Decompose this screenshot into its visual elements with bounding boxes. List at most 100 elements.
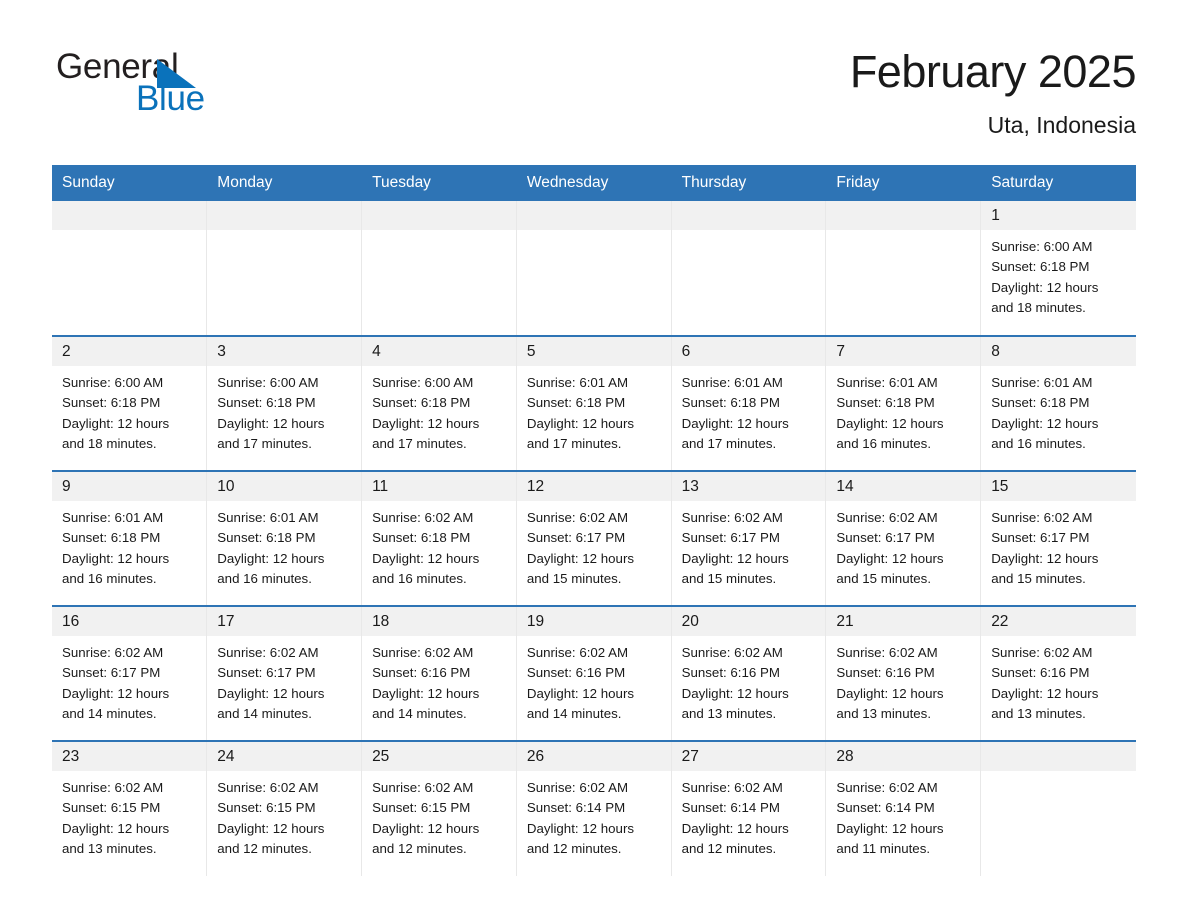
day-sunset-line: Sunset: 6:16 PM <box>991 665 1090 681</box>
weekday-header-sunday: Sunday <box>52 165 208 201</box>
calendar-day-cell-empty <box>980 740 1136 876</box>
day-sunset-line: Sunset: 6:15 PM <box>62 800 161 816</box>
day-daylight-line: Daylight: 12 hours <box>526 820 635 836</box>
calendar-day-cell[interactable]: 3 Sunrise: 6:00 AM Sunset: 6:18 PM Daylight… <box>206 335 363 471</box>
day-sunset-line: Sunset: 6:18 PM <box>526 395 626 411</box>
day-number <box>981 742 1136 771</box>
day-sunrise-line: Sunrise: 6:02 AM <box>372 645 474 660</box>
calendar-day-cell[interactable]: 26 Sunrise: 6:02 AM Sunset: 6:14 PM Dayligh… <box>516 740 672 876</box>
day-number: 21 <box>826 607 981 636</box>
day-sunrise-line: Sunrise: 6:02 AM <box>526 645 629 660</box>
day-number <box>516 201 671 230</box>
calendar-day-cell[interactable]: 23 Sunrise: 6:02 AM Sunset: 6:15 PM Dayligh… <box>52 740 208 876</box>
day-number: 25 <box>362 742 516 771</box>
weekday-header-monday: Monday <box>206 165 363 201</box>
calendar-day-cell[interactable]: 4 Sunrise: 6:00 AM Sunset: 6:18 PM Daylight… <box>361 335 517 471</box>
day-sunset-line: Sunset: 6:15 PM <box>217 800 316 816</box>
day-number: 4 <box>362 337 516 366</box>
day-sunrise-line: Sunrise: 6:02 AM <box>62 645 164 660</box>
day-daylight-line: Daylight: 12 hours <box>372 415 480 431</box>
calendar-day-cell[interactable]: 13 Sunrise: 6:02 AM Sunset: 6:17 PM Dayligh… <box>671 470 827 606</box>
day-daylight-line: and 12 minutes. <box>526 840 622 856</box>
day-details: Sunrise: 6:02 AM Sunset: 6:14 PM Daylight:… <box>672 771 826 859</box>
calendar-day-cell-empty <box>52 201 208 336</box>
day-daylight-line: Daylight: 12 hours <box>991 279 1099 295</box>
calendar-day-cell[interactable]: 8 Sunrise: 6:01 AM Sunset: 6:18 PM Daylight… <box>980 335 1136 471</box>
day-sunrise-line: Sunrise: 6:02 AM <box>526 780 629 795</box>
day-daylight-line: and 17 minutes. <box>217 435 312 451</box>
day-number: 14 <box>826 472 981 501</box>
day-number: 8 <box>981 337 1136 366</box>
day-number: 6 <box>671 337 826 366</box>
day-details: Sunrise: 6:00 AM Sunset: 6:18 PM Daylight:… <box>981 230 1135 318</box>
calendar-week-row: 16 Sunrise: 6:02 AM Sunset: 6:17 PM Dayligh… <box>52 605 1136 741</box>
day-number: 16 <box>52 607 207 636</box>
calendar-week-row: 23 Sunrise: 6:02 AM Sunset: 6:15 PM Dayligh… <box>52 740 1136 876</box>
day-daylight-line: Daylight: 12 hours <box>372 550 480 566</box>
day-daylight-line: Daylight: 12 hours <box>681 820 789 836</box>
day-number: 24 <box>207 742 362 771</box>
generalblue-logo: General Blue <box>56 46 206 118</box>
day-number: 27 <box>671 742 826 771</box>
calendar-day-cell[interactable]: 20 Sunrise: 6:02 AM Sunset: 6:16 PM Dayligh… <box>671 605 827 741</box>
day-details: Sunrise: 6:02 AM Sunset: 6:14 PM Daylight:… <box>517 771 671 859</box>
day-daylight-line: Daylight: 12 hours <box>372 685 480 701</box>
day-daylight-line: Daylight: 12 hours <box>62 685 170 701</box>
calendar-day-cell-empty <box>825 201 982 336</box>
day-number: 9 <box>52 472 207 501</box>
day-sunrise-line: Sunrise: 6:02 AM <box>372 510 474 525</box>
calendar-day-cell[interactable]: 12 Sunrise: 6:02 AM Sunset: 6:17 PM Dayligh… <box>516 470 672 606</box>
day-daylight-line: and 13 minutes. <box>836 705 932 721</box>
day-details: Sunrise: 6:00 AM Sunset: 6:18 PM Daylight:… <box>362 366 516 454</box>
calendar-day-cell[interactable]: 27 Sunrise: 6:02 AM Sunset: 6:14 PM Dayligh… <box>671 740 827 876</box>
day-sunrise-line: Sunrise: 6:00 AM <box>991 239 1093 254</box>
day-daylight-line: Daylight: 12 hours <box>681 550 789 566</box>
day-sunset-line: Sunset: 6:18 PM <box>62 395 161 411</box>
day-details: Sunrise: 6:01 AM Sunset: 6:18 PM Daylight:… <box>672 366 826 454</box>
calendar-day-cell[interactable]: 16 Sunrise: 6:02 AM Sunset: 6:17 PM Dayligh… <box>52 605 208 741</box>
day-number: 2 <box>52 337 207 366</box>
calendar-day-cell[interactable]: 17 Sunrise: 6:02 AM Sunset: 6:17 PM Dayligh… <box>206 605 363 741</box>
calendar-day-cell[interactable]: 7 Sunrise: 6:01 AM Sunset: 6:18 PM Daylight… <box>825 335 982 471</box>
calendar-day-cell[interactable]: 5 Sunrise: 6:01 AM Sunset: 6:18 PM Daylight… <box>516 335 672 471</box>
calendar-day-cell[interactable]: 11 Sunrise: 6:02 AM Sunset: 6:18 PM Dayligh… <box>361 470 517 606</box>
day-daylight-line: Daylight: 12 hours <box>526 685 635 701</box>
day-sunrise-line: Sunrise: 6:01 AM <box>836 375 938 390</box>
calendar-day-cell[interactable]: 2 Sunrise: 6:00 AM Sunset: 6:18 PM Daylight… <box>52 335 208 471</box>
day-sunrise-line: Sunrise: 6:01 AM <box>681 375 783 390</box>
day-daylight-line: and 16 minutes. <box>62 570 157 586</box>
day-daylight-line: and 16 minutes. <box>372 570 467 586</box>
day-sunrise-line: Sunrise: 6:00 AM <box>62 375 164 390</box>
day-sunset-line: Sunset: 6:16 PM <box>372 665 471 681</box>
calendar-day-cell[interactable]: 1 Sunrise: 6:00 AM Sunset: 6:18 PM Daylight… <box>980 201 1136 336</box>
day-sunrise-line: Sunrise: 6:02 AM <box>62 780 164 795</box>
calendar-day-cell[interactable]: 28 Sunrise: 6:02 AM Sunset: 6:14 PM Dayligh… <box>825 740 982 876</box>
day-number: 20 <box>671 607 826 636</box>
calendar-day-cell[interactable]: 24 Sunrise: 6:02 AM Sunset: 6:15 PM Dayligh… <box>206 740 363 876</box>
day-daylight-line: Daylight: 12 hours <box>217 415 325 431</box>
calendar-day-cell[interactable]: 19 Sunrise: 6:02 AM Sunset: 6:16 PM Dayligh… <box>516 605 672 741</box>
day-daylight-line: and 15 minutes. <box>526 570 622 586</box>
day-daylight-line: and 14 minutes. <box>526 705 622 721</box>
day-details: Sunrise: 6:02 AM Sunset: 6:15 PM Daylight:… <box>207 771 361 859</box>
day-sunset-line: Sunset: 6:16 PM <box>681 665 780 681</box>
calendar-day-cell[interactable]: 14 Sunrise: 6:02 AM Sunset: 6:17 PM Dayligh… <box>825 470 982 606</box>
calendar-day-cell[interactable]: 22 Sunrise: 6:02 AM Sunset: 6:16 PM Dayligh… <box>980 605 1136 741</box>
calendar-day-cell[interactable]: 18 Sunrise: 6:02 AM Sunset: 6:16 PM Dayligh… <box>361 605 517 741</box>
day-details: Sunrise: 6:02 AM Sunset: 6:16 PM Daylight:… <box>517 636 671 724</box>
calendar-day-cell[interactable]: 25 Sunrise: 6:02 AM Sunset: 6:15 PM Dayligh… <box>361 740 517 876</box>
calendar-day-cell[interactable]: 15 Sunrise: 6:02 AM Sunset: 6:17 PM Dayligh… <box>980 470 1136 606</box>
day-sunset-line: Sunset: 6:18 PM <box>372 530 471 546</box>
calendar-day-cell[interactable]: 10 Sunrise: 6:01 AM Sunset: 6:18 PM Dayligh… <box>206 470 363 606</box>
calendar-day-cell[interactable]: 6 Sunrise: 6:01 AM Sunset: 6:18 PM Daylight… <box>671 335 827 471</box>
day-details: Sunrise: 6:01 AM Sunset: 6:18 PM Daylight:… <box>981 366 1135 454</box>
day-daylight-line: and 12 minutes. <box>681 840 777 856</box>
calendar-day-cell[interactable]: 21 Sunrise: 6:02 AM Sunset: 6:16 PM Dayligh… <box>825 605 982 741</box>
day-number: 10 <box>207 472 362 501</box>
day-sunrise-line: Sunrise: 6:02 AM <box>681 780 783 795</box>
day-daylight-line: Daylight: 12 hours <box>991 685 1099 701</box>
calendar-day-cell[interactable]: 9 Sunrise: 6:01 AM Sunset: 6:18 PM Daylight… <box>52 470 208 606</box>
day-number <box>671 201 826 230</box>
page-header: General Blue February 2025 Uta, Indonesi… <box>0 0 1188 139</box>
day-number <box>362 201 516 230</box>
